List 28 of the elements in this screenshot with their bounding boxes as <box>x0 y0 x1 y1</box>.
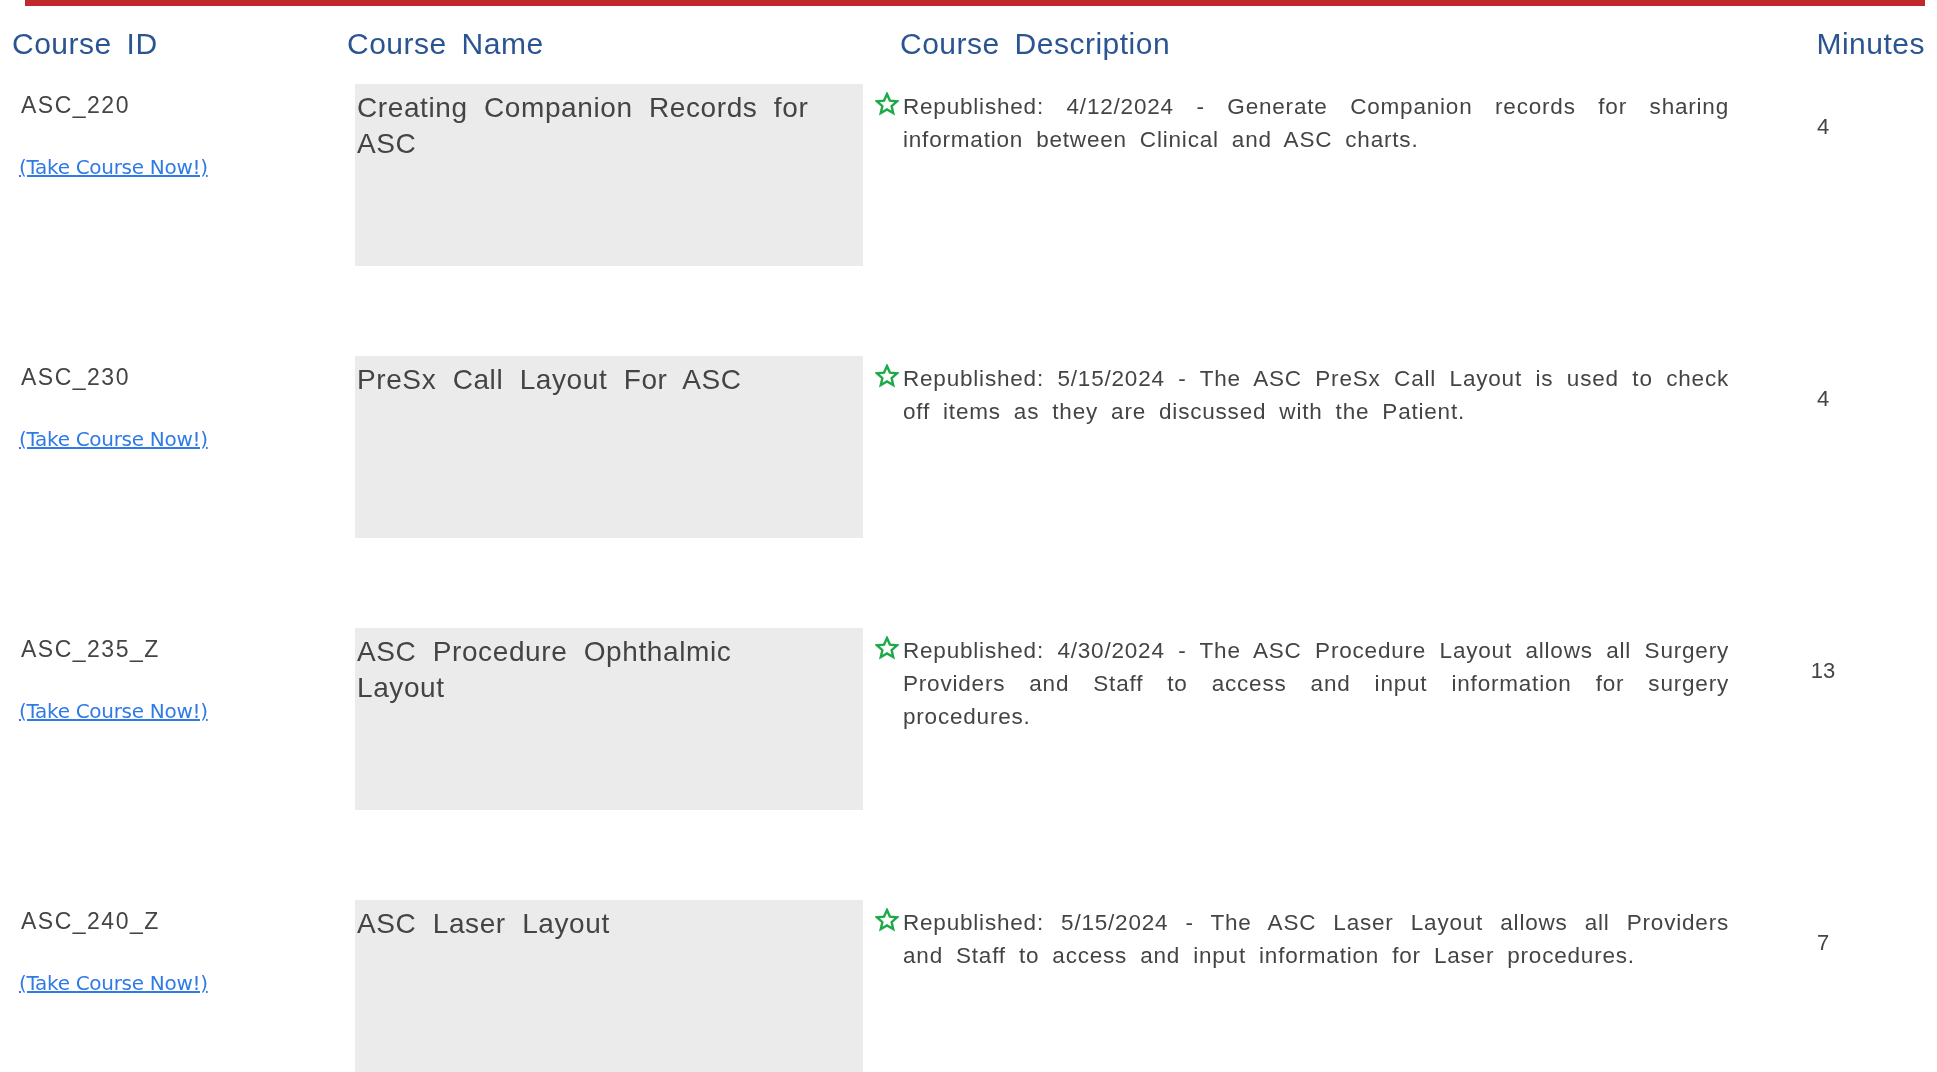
course-minutes: 4 <box>1816 385 1830 412</box>
column-header: Course ID <box>11 27 159 61</box>
column-header: Course Description <box>899 27 1172 61</box>
star-icon <box>875 636 899 660</box>
course-minutes: 4 <box>1816 113 1830 140</box>
course-id: ASC_220 <box>21 92 130 119</box>
course-id: ASC_235_Z <box>21 636 160 663</box>
column-header: Course Name <box>346 27 545 61</box>
star-icon <box>875 92 899 116</box>
column-header: Minutes <box>1816 27 1926 61</box>
star-icon <box>875 364 899 388</box>
take-course-link[interactable]: (Take Course Now!) <box>19 155 208 179</box>
course-id: ASC_240_Z <box>21 908 160 935</box>
course-id: ASC_230 <box>21 364 130 391</box>
take-course-link[interactable]: (Take Course Now!) <box>19 427 208 451</box>
course-description: Republished: 5/15/2024 - The ASC PreSx Call Layout is used to check off items as they are discussed with the Patient. <box>902 365 1730 426</box>
course-name: ASC Laser Layout <box>355 900 863 1072</box>
course-name: ASC Procedure Ophthalmic Layout <box>355 628 863 810</box>
course-minutes: 7 <box>1816 929 1830 956</box>
star-icon <box>875 908 899 932</box>
take-course-link[interactable]: (Take Course Now!) <box>19 699 208 723</box>
course-minutes: 13 <box>1810 657 1836 684</box>
course-description: Republished: 5/15/2024 - The ASC Laser Layout allows all Providers and Staff to access and input information for Laser procedures. <box>902 909 1730 970</box>
take-course-link[interactable]: (Take Course Now!) <box>19 971 208 995</box>
course-description: Republished: 4/30/2024 - The ASC Procedure Layout allows all Surgery Providers and Staff to access and input information for surgery procedures. <box>902 637 1730 731</box>
course-name: PreSx Call Layout For ASC <box>355 356 863 538</box>
course-name: Creating Companion Records for ASC <box>355 84 863 266</box>
course-description: Republished: 4/12/2024 - Generate Companion records for sharing information between Clinical and ASC charts. <box>902 93 1730 154</box>
